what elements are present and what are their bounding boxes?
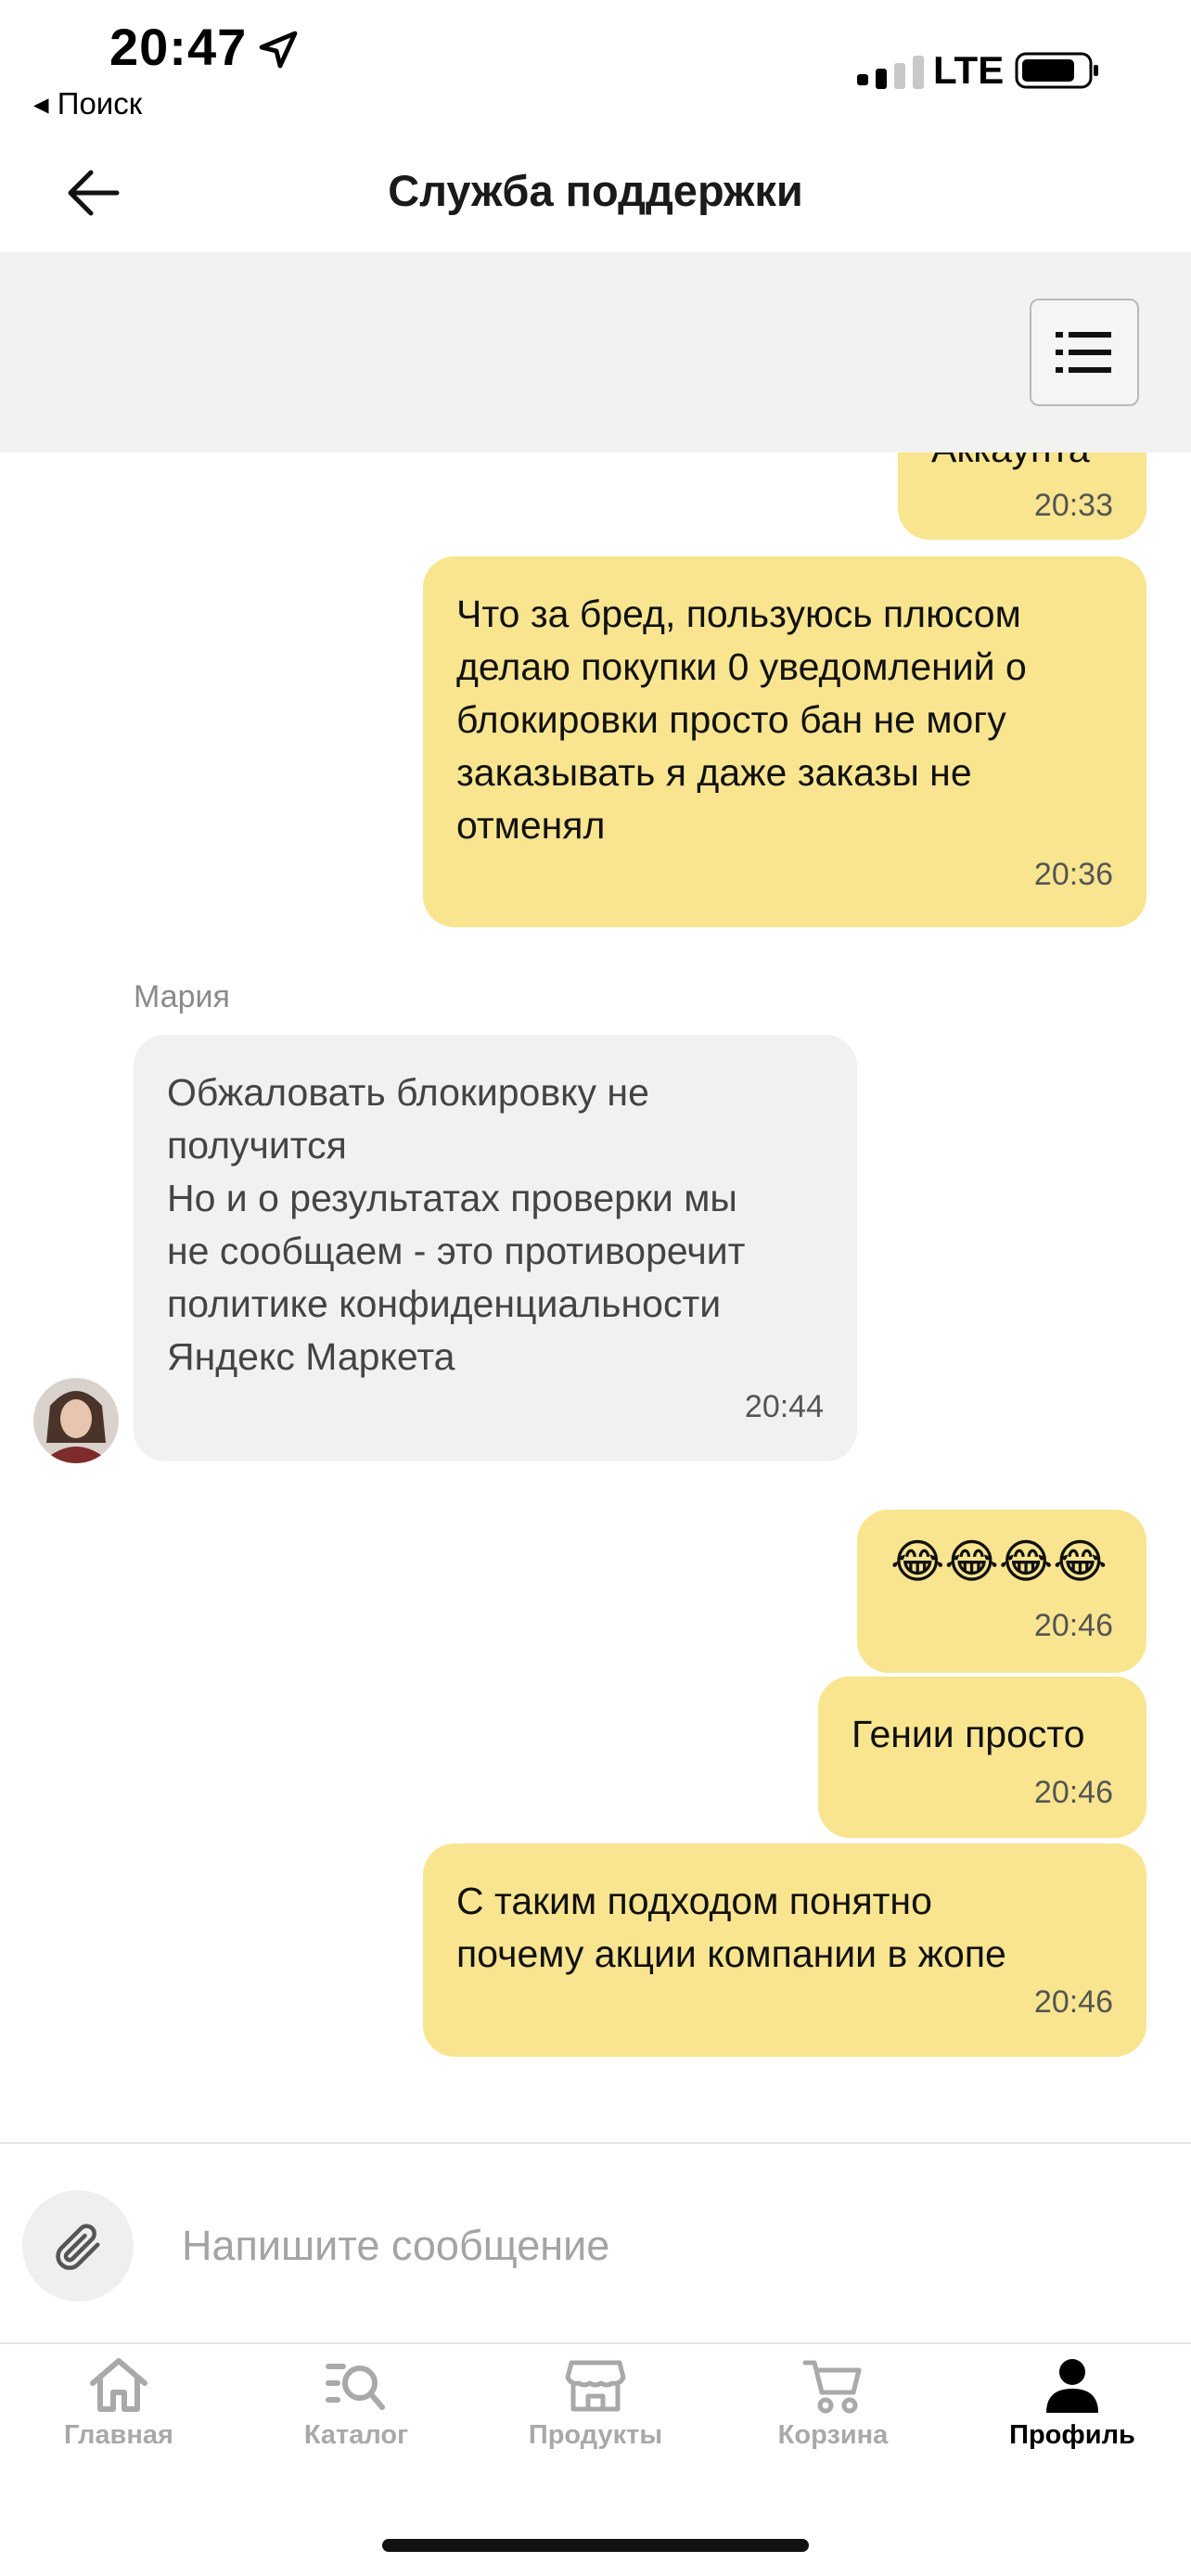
message-time: 20:33 <box>1033 488 1113 523</box>
store-icon <box>565 2360 626 2412</box>
message-text: Гении просто <box>852 1713 1085 1755</box>
paperclip-icon <box>56 2224 100 2270</box>
avatar[interactable] <box>33 1378 119 1463</box>
list-icon <box>1056 332 1111 373</box>
status-time: 20:47 <box>109 18 248 76</box>
message-text: С таким подходом понятно почему акции ко… <box>456 1880 1006 1975</box>
tab-products[interactable]: Продукты <box>503 2355 688 2476</box>
home-icon <box>90 2358 147 2412</box>
divider <box>0 2342 1191 2344</box>
message-list[interactable]: Аккаунта 20:33 Что за бред, пользуюсь пл… <box>0 453 1191 2142</box>
tab-label: Профиль <box>1009 2420 1135 2450</box>
message-text: Аккаунта <box>931 453 1090 476</box>
message-bubble-outgoing[interactable]: Что за бред, пользуюсь плюсом делаю поку… <box>423 556 1146 927</box>
attach-button[interactable] <box>22 2190 134 2302</box>
message-bubble-outgoing[interactable]: 😂😂😂😂 20:46 <box>857 1510 1146 1673</box>
message-bubble-outgoing[interactable]: Аккаунта 20:33 <box>898 453 1146 540</box>
message-text: 😂😂😂😂 <box>890 1536 1108 1588</box>
tab-label: Продукты <box>528 2420 663 2450</box>
page-title: Служба поддержки <box>388 166 803 215</box>
message-bubble-outgoing[interactable]: Гении просто 20:46 <box>818 1677 1146 1838</box>
message-text: Что за бред, пользуюсь плюсом делаю поку… <box>456 593 1027 847</box>
message-bubble-incoming[interactable]: Обжаловать блокировку не получится Но и … <box>134 1035 857 1461</box>
location-arrow-icon <box>259 31 298 69</box>
tab-profile[interactable]: Профиль <box>980 2355 1165 2476</box>
message-time: 20:44 <box>744 1389 824 1424</box>
cart-icon <box>802 2360 862 2414</box>
profile-icon <box>1046 2359 1098 2413</box>
tab-cart[interactable]: Корзина <box>740 2355 926 2476</box>
tab-label: Каталог <box>303 2420 409 2450</box>
menu-button[interactable] <box>1030 299 1139 406</box>
tab-catalog[interactable]: Каталог <box>263 2355 449 2476</box>
tab-label: Корзина <box>777 2420 889 2450</box>
message-time: 20:46 <box>1033 1775 1113 1810</box>
sender-name: Мария <box>134 979 230 1014</box>
cellular-signal-icon <box>857 56 924 89</box>
message-time: 20:46 <box>1033 1608 1113 1643</box>
network-type: LTE <box>933 48 1005 92</box>
battery-icon <box>1015 52 1098 89</box>
message-input[interactable] <box>182 2218 1146 2274</box>
home-indicator[interactable] <box>382 2539 809 2552</box>
chat-toolbar <box>0 252 1191 453</box>
message-bubble-outgoing[interactable]: С таким подходом понятно почему акции ко… <box>423 1843 1146 2057</box>
divider <box>0 2142 1191 2144</box>
catalog-search-icon <box>326 2364 385 2410</box>
message-time: 20:36 <box>1033 857 1113 892</box>
tab-home[interactable]: Главная <box>26 2355 211 2476</box>
tab-label: Главная <box>64 2420 173 2450</box>
message-text: Обжаловать блокировку не получится Но и … <box>167 1071 746 1378</box>
back-to-app-link[interactable]: ◂ Поиск <box>33 85 142 121</box>
message-time: 20:46 <box>1033 1984 1113 2020</box>
